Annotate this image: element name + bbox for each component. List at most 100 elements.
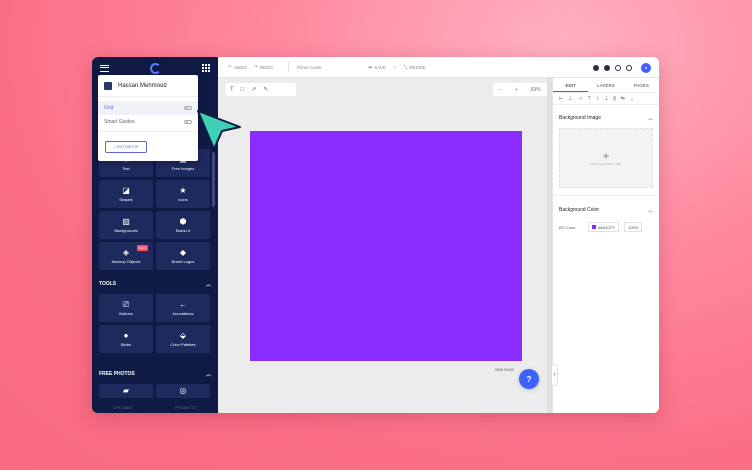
download-icon[interactable] bbox=[604, 64, 610, 71]
redo-button[interactable]: ↷ REDO bbox=[254, 64, 273, 70]
arrow-tool-icon[interactable]: ↗ bbox=[251, 86, 256, 93]
help-icon: ? bbox=[526, 374, 532, 384]
align-top-icon[interactable]: ⊤ bbox=[587, 96, 591, 102]
toolbar-right-actions: ● bbox=[593, 57, 651, 78]
sidebar-footer: UPLOADS PROJECTS bbox=[92, 401, 218, 413]
align-middle-icon[interactable]: ⊦ bbox=[596, 96, 599, 102]
tile-annotations[interactable]: ← Annotations bbox=[156, 294, 210, 322]
palette-icon: ⬙ bbox=[179, 331, 187, 340]
tab-layers[interactable]: LAYERS bbox=[588, 78, 623, 92]
text-tool-icon[interactable]: T bbox=[230, 87, 234, 93]
avatar[interactable]: ● bbox=[641, 62, 651, 73]
undo-button[interactable]: ↶ UNDO bbox=[228, 64, 247, 70]
photo-tile[interactable]: ▰ bbox=[99, 384, 153, 398]
share-icon[interactable] bbox=[626, 64, 632, 71]
file-name-field[interactable]: Prime Cover bbox=[297, 65, 361, 70]
artboard[interactable] bbox=[250, 131, 522, 361]
save-label: SAVE bbox=[374, 64, 386, 70]
opacity-field[interactable]: 100% bbox=[624, 222, 643, 232]
distribute-icon[interactable]: ⫼ bbox=[613, 96, 615, 102]
shapes-icon: ◪ bbox=[122, 186, 130, 195]
zoom-level[interactable]: 69% bbox=[531, 87, 541, 93]
tile-color-palettes[interactable]: ⬙ Color Palettes bbox=[156, 325, 210, 353]
help-button[interactable]: ? bbox=[519, 369, 539, 389]
tile-shapes[interactable]: ◪ Shapes bbox=[99, 180, 153, 208]
new-page-button[interactable]: NEW PAGE bbox=[495, 368, 514, 372]
projects-link[interactable]: PROJECTS bbox=[175, 405, 196, 410]
photo-tile[interactable]: ◎ bbox=[156, 384, 210, 398]
chevron-up-icon: ︿ bbox=[205, 282, 211, 288]
uploads-link[interactable]: UPLOADS bbox=[113, 405, 132, 410]
panel-tabs: EDIT LAYERS PAGES bbox=[553, 78, 659, 93]
grid-toggle-row[interactable]: Grid bbox=[98, 101, 198, 115]
tile-label: Text bbox=[122, 166, 130, 171]
pen-tool-icon[interactable]: ✎ bbox=[263, 86, 268, 93]
camera-icon: ▰ bbox=[122, 385, 130, 395]
color-picker[interactable]: #8A2CFF bbox=[588, 222, 620, 232]
tile-label: Blobs bbox=[120, 342, 131, 347]
alignment-toolbar: ⊢ ⊥ ⊣ ⊤ ⊦ ⊥ ⫼ ⇋ ⌄ bbox=[553, 93, 659, 105]
zoom-in-icon[interactable]: + bbox=[515, 87, 518, 93]
free-photos-section-header[interactable]: FREE PHOTOS ︿ bbox=[99, 371, 211, 378]
cursor-arrow-icon bbox=[197, 110, 241, 150]
tile-label: Backgrounds bbox=[114, 228, 138, 233]
align-left-icon[interactable]: ⊢ bbox=[559, 96, 563, 102]
smart-guides-toggle[interactable] bbox=[184, 120, 192, 124]
tile-backgrounds[interactable]: ▨ Backgrounds bbox=[99, 211, 153, 239]
panel-collapse-handle[interactable]: › bbox=[552, 364, 558, 386]
tile-brand-it[interactable]: ⬢ Brand It bbox=[156, 211, 210, 239]
menu-icon[interactable] bbox=[100, 64, 109, 72]
align-right-icon[interactable]: ⊣ bbox=[578, 96, 582, 102]
chevron-up-icon: ︿ bbox=[647, 207, 653, 214]
tile-label: Buttons bbox=[119, 311, 133, 316]
zoom-control: − + 69% bbox=[493, 83, 547, 96]
image-upload-dropzone[interactable]: + Add Image (Max 5 Mb) bbox=[559, 128, 653, 188]
canvas-workspace: T □ ↗ ✎ − + 69% NEW PAGE ? bbox=[218, 78, 552, 413]
grid-label: Grid bbox=[104, 105, 114, 111]
zoom-out-icon[interactable]: − bbox=[499, 87, 502, 93]
user-row[interactable]: Hassan Mehmood bbox=[98, 75, 198, 97]
cloud-icon: ☁ bbox=[367, 64, 373, 69]
exit-editor-button[interactable]: ‹ EXIT EDITOR bbox=[105, 141, 147, 153]
tile-icons[interactable]: ★ Icons bbox=[156, 180, 210, 208]
color-label: BG Color bbox=[559, 224, 576, 230]
background-image-header[interactable]: Background Image ︿ bbox=[553, 111, 659, 125]
present-icon[interactable] bbox=[593, 64, 599, 71]
resize-button[interactable]: ⤡ RESIZE bbox=[404, 65, 426, 70]
tools-section-header[interactable]: TOOLS ︿ bbox=[99, 281, 211, 288]
save-dropdown[interactable]: ⌄ bbox=[393, 64, 397, 70]
opacity-value: 100% bbox=[628, 224, 639, 230]
align-bottom-icon[interactable]: ⊥ bbox=[604, 96, 608, 102]
save-button[interactable]: ☁ SAVE bbox=[368, 64, 386, 70]
apps-grid-icon[interactable] bbox=[202, 64, 210, 72]
color-swatch bbox=[592, 225, 596, 229]
tab-edit[interactable]: EDIT bbox=[553, 78, 589, 92]
settings-icon[interactable] bbox=[615, 64, 621, 71]
tile-blobs[interactable]: ● Blobs bbox=[99, 325, 153, 353]
tile-buttons[interactable]: ⎚ Buttons bbox=[99, 294, 153, 322]
tile-label: Mockup Objects bbox=[111, 259, 141, 264]
sidebar-scrollbar[interactable] bbox=[212, 152, 215, 207]
drawing-toolbar: T □ ↗ ✎ bbox=[226, 83, 296, 96]
redo-label: REDO bbox=[259, 64, 273, 70]
flip-icon[interactable]: ⇋ bbox=[621, 96, 625, 102]
elements-grid: T Text ▣ Free Images ◪ Shapes ★ Icons ▨ … bbox=[99, 149, 210, 270]
smart-guides-toggle-row[interactable]: Smart Guides bbox=[98, 115, 198, 129]
align-center-icon[interactable]: ⊥ bbox=[568, 96, 572, 102]
chevron-down-icon[interactable]: ⌄ bbox=[630, 96, 634, 102]
chevron-down-icon: ⌄ bbox=[393, 64, 397, 69]
tile-brand-logos[interactable]: ◆ Brand Logos bbox=[156, 242, 210, 270]
toolbar-divider bbox=[287, 62, 289, 72]
app-logo-icon[interactable] bbox=[150, 62, 161, 74]
resize-label: RESIZE bbox=[409, 64, 426, 70]
rectangle-tool-icon[interactable]: □ bbox=[241, 87, 245, 93]
diamond-icon: ◆ bbox=[179, 248, 187, 257]
tab-pages[interactable]: PAGES bbox=[624, 78, 659, 92]
exit-editor-label: EXIT EDITOR bbox=[116, 145, 139, 149]
new-badge: NEW bbox=[137, 245, 148, 251]
grid-toggle[interactable] bbox=[184, 106, 192, 110]
tile-mockup-objects[interactable]: NEW ◈ Mockup Objects bbox=[99, 242, 153, 270]
background-color-header[interactable]: Background Color ︿ bbox=[553, 203, 659, 217]
chevron-right-icon: › bbox=[553, 372, 556, 378]
upload-hint: Add Image (Max 5 Mb) bbox=[590, 162, 622, 166]
